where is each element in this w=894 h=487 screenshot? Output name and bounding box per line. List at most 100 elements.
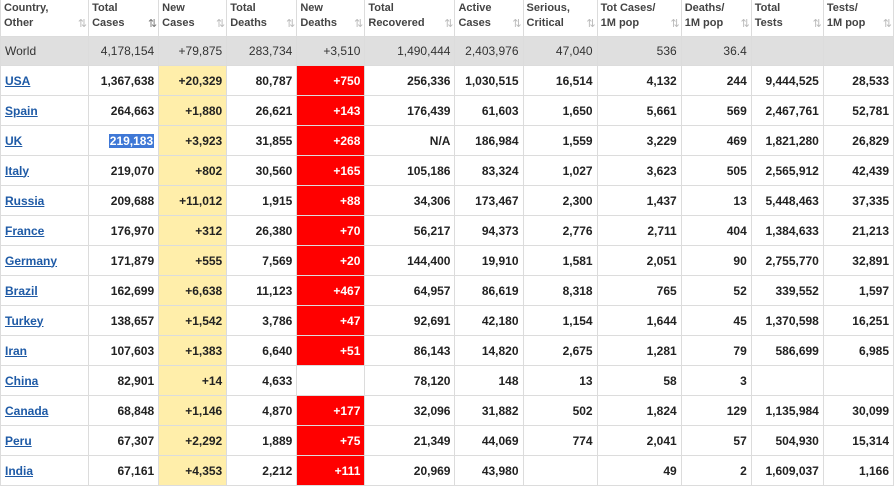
cell-total-cases: 176,970 [88,215,160,246]
cell-total-deaths: 1,915 [226,185,298,216]
cell-active-cases: 19,910 [454,245,524,276]
country-link[interactable]: India [5,464,33,478]
cell-total-tests: 1,609,037 [750,455,824,486]
cell-country: UK [0,125,90,156]
cell-value: +75 [340,433,361,448]
cell-total-tests: 1,384,633 [750,215,824,246]
cell-value: +47 [340,313,361,328]
sort-arrows-icon[interactable]: ⇅ [354,17,363,32]
table-row: Brazil 162,699 +6,638 11,123 +467 64,957 86,61… [0,275,894,306]
cell-total-tests: 339,552 [750,275,824,306]
column-header-new-cases[interactable]: New Cases ⇅ [158,0,228,37]
cell-country: Germany [0,245,90,276]
country-link[interactable]: Canada [5,404,48,418]
table-row: India 67,161 +4,353 2,212 +111 20,969 43,980 49… [0,455,894,486]
cell-total-cases: 171,879 [88,245,160,276]
cell-value: 47,040 [555,44,593,58]
country-link[interactable]: Brazil [5,284,38,298]
cell-new-cases: +1,542 [158,305,228,336]
sort-arrows-icon[interactable]: ⇅ [512,17,521,32]
country-link[interactable]: Turkey [5,314,43,328]
cell-value: 1,915 [262,193,293,208]
cell-cases-per-1m: 2,041 [596,425,682,456]
sort-arrows-icon[interactable]: ⇅ [586,17,595,32]
cell-value: 173,467 [475,193,519,208]
country-link[interactable]: Peru [5,434,32,448]
column-header-serious-critical[interactable]: Serious, Critical ⇅ [522,0,598,37]
sort-arrows-icon[interactable]: ⇅ [286,17,295,32]
sort-arrows-icon[interactable]: ⇅ [444,17,453,32]
column-header-active-cases[interactable]: Active Cases ⇅ [454,0,524,37]
cell-value: +70 [340,223,361,238]
cell-value: +268 [333,133,361,148]
column-header-deaths-per-1m[interactable]: Deaths/1M pop ⇅ [680,0,752,37]
cell-value: 37,335 [852,193,889,208]
country-link[interactable]: UK [5,134,22,148]
column-header-country[interactable]: Country, Other ⇅ [0,0,90,37]
cell-value: +1,880 [185,103,223,118]
cell-total-tests [750,365,824,396]
cell-value: 30,099 [852,403,889,418]
cell-country: Brazil [0,275,90,306]
cell-deaths-per-1m: 13 [680,185,752,216]
cell-new-deaths [296,365,366,396]
table-row: France 176,970 +312 26,380 +70 56,217 94,373 2,… [0,215,894,246]
column-header-total-tests[interactable]: Total Tests ⇅ [750,0,824,37]
column-header-total-recovered[interactable]: Total Recovered ⇅ [364,0,456,37]
selected-text: 219,183 [108,133,155,148]
cell-value: 13 [733,193,747,208]
cell-total-cases: 1,367,638 [88,65,160,96]
cell-total-recovered: 56,217 [364,215,456,246]
cell-cases-per-1m: 49 [596,455,682,486]
cell-value: 21,213 [852,223,889,238]
country-link[interactable]: Spain [5,104,38,118]
sort-arrows-icon[interactable]: ⇅ [78,17,87,32]
cell-value: 2,403,976 [465,44,519,58]
cell-total-cases: 162,699 [88,275,160,306]
sort-arrows-icon[interactable]: ⇅ [741,17,750,32]
sort-arrows-icon[interactable]: ⇅ [148,17,157,32]
cell-cases-per-1m: 2,051 [596,245,682,276]
cell-active-cases: 44,069 [454,425,524,456]
country-link[interactable]: China [5,374,38,388]
country-link[interactable]: USA [5,74,30,88]
sort-arrows-icon[interactable]: ⇅ [883,17,892,32]
cell-total-recovered: 21,349 [364,425,456,456]
cell-total-deaths: 26,621 [226,95,298,126]
table-row: Canada 68,848 +1,146 4,870 +177 32,096 31,882 5… [0,395,894,426]
cell-value: +2,292 [185,433,223,448]
column-header-label: Tot Cases/1M pop [600,2,656,29]
cell-total-tests: 5,448,463 [750,185,824,216]
cell-new-cases: +312 [158,215,228,246]
column-header-label: New Deaths [300,2,337,29]
column-header-tests-per-1m[interactable]: Tests/1M pop ⇅ [822,0,894,37]
sort-arrows-icon[interactable]: ⇅ [813,17,822,32]
column-header-label: Total Cases [92,2,125,29]
cell-country: USA [0,65,90,96]
country-link[interactable]: France [5,224,44,238]
country-link[interactable]: Iran [5,344,27,358]
sort-arrows-icon[interactable]: ⇅ [216,17,225,32]
cell-value: 14,820 [481,343,519,358]
table-row: Iran 107,603 +1,383 6,640 +51 86,143 14,820 2,6… [0,335,894,366]
cell-tests-per-1m: 21,213 [822,215,894,246]
column-header-total-cases[interactable]: Total Cases ⇅ [88,0,160,37]
cell-value: 30,560 [255,163,293,178]
cell-value: 129 [726,403,747,418]
column-header-cases-per-1m[interactable]: Tot Cases/1M pop ⇅ [596,0,682,37]
country-link[interactable]: Italy [5,164,29,178]
cell-serious-critical: 1,027 [522,155,598,186]
cell-active-cases: 83,324 [454,155,524,186]
column-header-new-deaths[interactable]: New Deaths ⇅ [296,0,366,37]
sort-arrows-icon[interactable]: ⇅ [670,17,679,32]
column-header-total-deaths[interactable]: Total Deaths ⇅ [226,0,298,37]
cell-tests-per-1m: 37,335 [822,185,894,216]
cell-value: 1,559 [562,133,593,148]
cell-value: 138,657 [110,313,155,328]
table-row: UK 219,183 +3,923 31,855 +268 N/A 186,984 1,559… [0,125,894,156]
cell-active-cases: 86,619 [454,275,524,306]
country-link[interactable]: Germany [5,254,57,268]
cell-total-recovered: N/A [364,125,456,156]
country-link[interactable]: Russia [5,194,44,208]
cell-total-cases: 138,657 [88,305,160,336]
